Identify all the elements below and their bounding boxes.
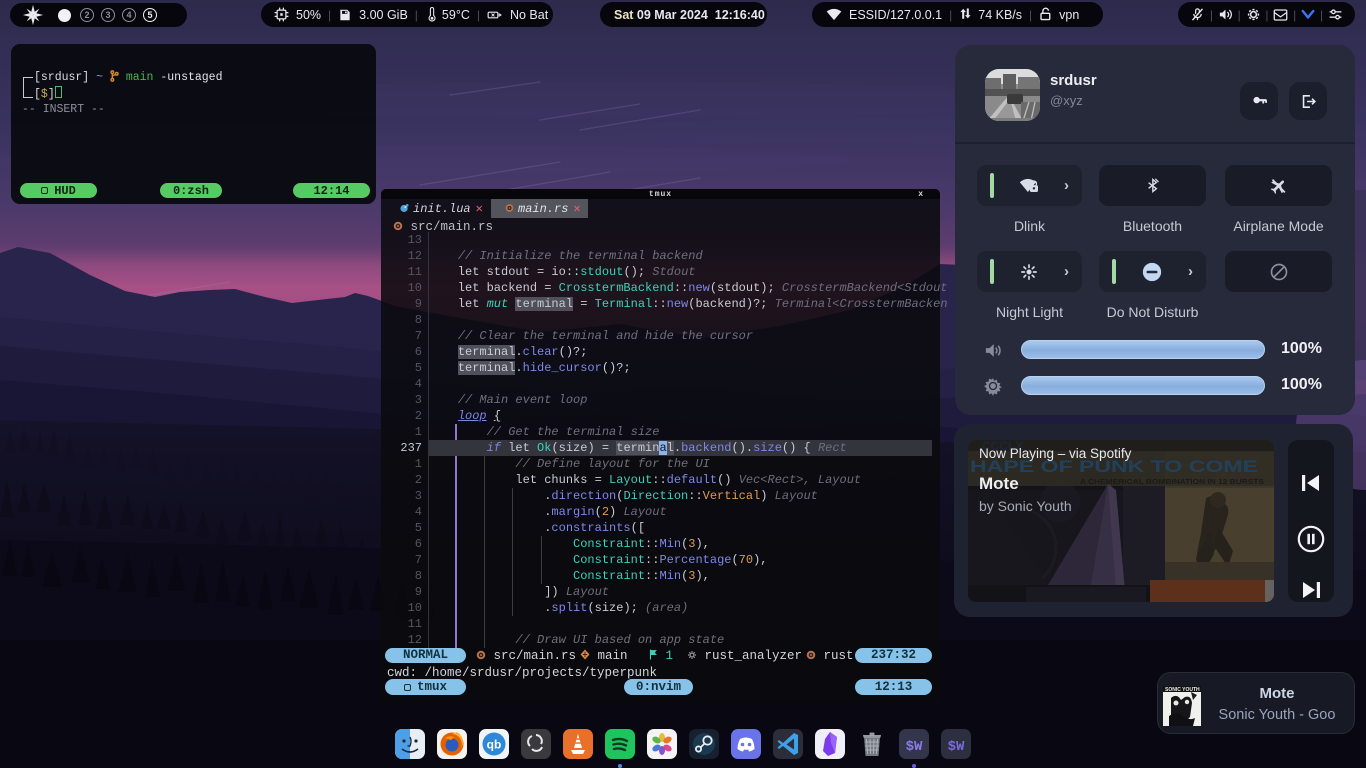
svg-text:$W: $W xyxy=(948,739,965,755)
svg-text:qb: qb xyxy=(487,738,502,752)
svg-text:$W: $W xyxy=(906,739,923,755)
svg-text:SONIC YOUTH: SONIC YOUTH xyxy=(1165,687,1200,693)
